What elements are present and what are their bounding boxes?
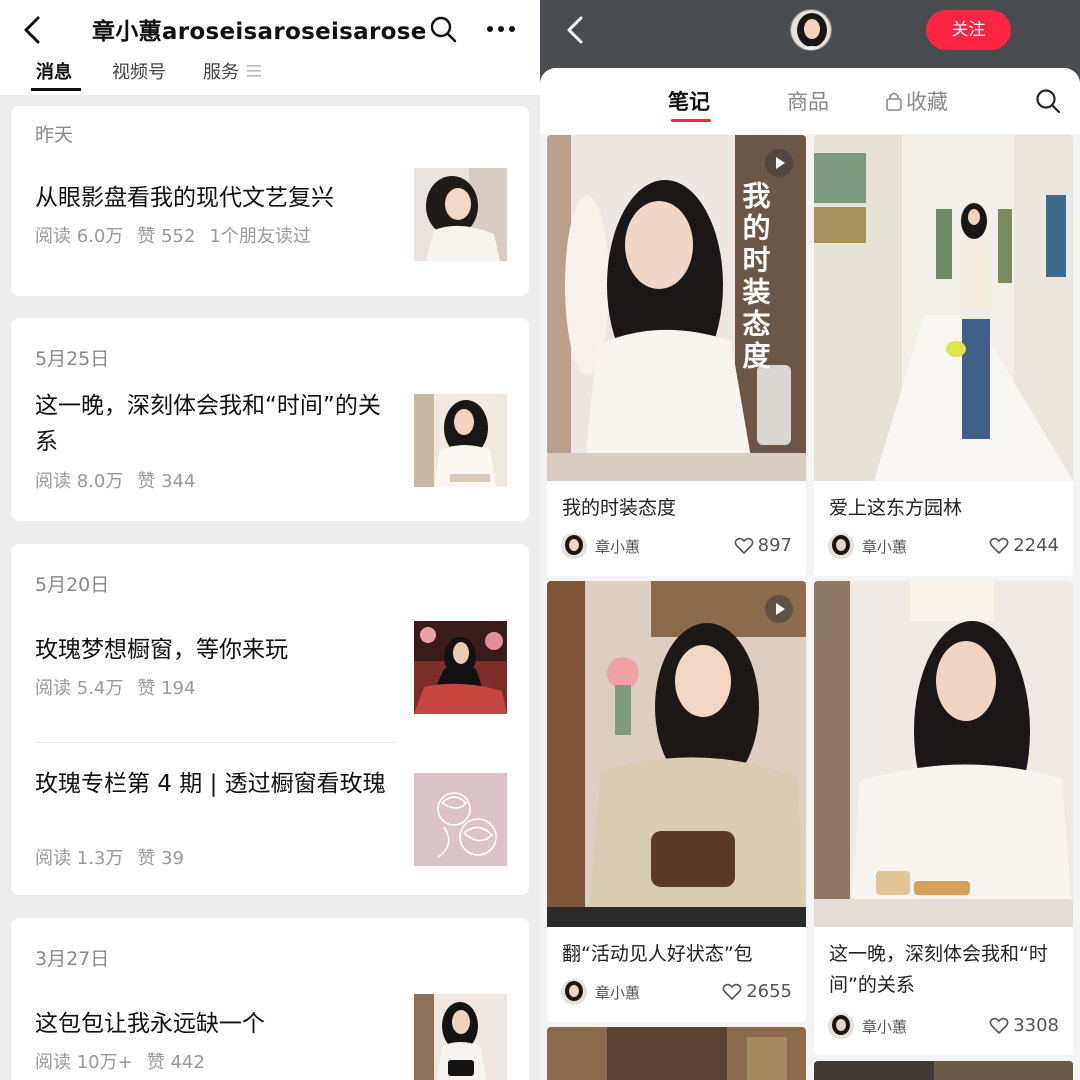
like-count: 3308 bbox=[1013, 1015, 1059, 1036]
article-title[interactable]: 这包包让我永远缺一个 bbox=[35, 1006, 390, 1042]
group-date: 昨天 bbox=[35, 124, 74, 146]
article-title[interactable]: 玫瑰专栏第 4 期 | 透过橱窗看玫瑰 bbox=[35, 766, 390, 802]
tab-products[interactable]: 商品 bbox=[787, 86, 829, 116]
note-title: 这一晚，深刻体会我和“时间”的关系 bbox=[829, 943, 1048, 996]
read-count: 阅读 10万+ bbox=[35, 1052, 133, 1073]
read-count: 阅读 8.0万 bbox=[35, 471, 124, 492]
like-counter[interactable]: 2655 bbox=[722, 981, 792, 1002]
like-count: 897 bbox=[757, 535, 792, 556]
author-name: 章小蕙 bbox=[862, 1018, 908, 1036]
author-avatar bbox=[828, 533, 854, 559]
article-title[interactable]: 玫瑰梦想橱窗，等你来玩 bbox=[35, 632, 390, 668]
date-group-card: 昨天 从眼影盘看我的现代文艺复兴 阅读 6.0万赞 552 1个朋友读过 bbox=[11, 106, 529, 296]
group-date: 5月25日 bbox=[35, 348, 110, 370]
xiaohongshu-profile-panel: 关注 笔记 商品 收藏 我的时装态度 我的时装态度 章小蕙 897 爱上这东方园… bbox=[540, 0, 1080, 1080]
note-card[interactable] bbox=[547, 1027, 806, 1080]
article-meta: 阅读 5.4万赞 194 bbox=[35, 674, 209, 700]
friends-read: 1个朋友读过 bbox=[209, 226, 311, 247]
tab-notes[interactable]: 笔记 bbox=[668, 86, 710, 116]
note-title: 翻“活动见人好状态”包 bbox=[562, 943, 753, 965]
tab-services[interactable]: 服务 bbox=[203, 58, 239, 84]
group-date: 3月27日 bbox=[35, 948, 110, 970]
menu-icon bbox=[247, 65, 261, 77]
article-thumbnail[interactable] bbox=[414, 621, 507, 714]
read-count: 阅读 1.3万 bbox=[35, 848, 124, 869]
article-thumbnail[interactable] bbox=[414, 168, 507, 261]
author-name: 章小蕙 bbox=[862, 538, 908, 556]
author-avatar bbox=[561, 533, 587, 559]
group-date: 5月20日 bbox=[35, 574, 110, 596]
like-counter[interactable]: 897 bbox=[734, 535, 792, 556]
tab-channels[interactable]: 视频号 bbox=[112, 58, 166, 84]
active-tab-indicator bbox=[31, 88, 81, 91]
note-cover-image bbox=[814, 1061, 1073, 1080]
author-avatar bbox=[828, 1013, 854, 1039]
article-divider bbox=[35, 742, 395, 743]
note-card[interactable]: 这一晚，深刻体会我和“时间”的关系 章小蕙 3308 bbox=[814, 581, 1073, 1055]
note-cover-image: 我的时装态度 bbox=[547, 135, 806, 481]
note-card[interactable] bbox=[814, 1061, 1073, 1080]
read-count: 阅读 6.0万 bbox=[35, 226, 124, 247]
article-title[interactable]: 这一晚，深刻体会我和“时间”的关系 bbox=[35, 388, 390, 460]
like-count: 2655 bbox=[746, 981, 792, 1002]
read-count: 阅读 5.4万 bbox=[35, 678, 124, 699]
heart-icon bbox=[734, 537, 754, 554]
note-cover-image bbox=[547, 1027, 806, 1080]
author-name: 章小蕙 bbox=[595, 538, 641, 556]
more-options-icon[interactable] bbox=[484, 16, 518, 42]
note-card[interactable]: 翻“活动见人好状态”包 章小蕙 2655 bbox=[547, 581, 806, 1022]
article-meta: 阅读 6.0万赞 552 1个朋友读过 bbox=[35, 222, 325, 248]
note-card[interactable]: 我的时装态度 我的时装态度 章小蕙 897 bbox=[547, 135, 806, 576]
tab-messages[interactable]: 消息 bbox=[36, 58, 72, 84]
search-icon[interactable] bbox=[1034, 87, 1062, 115]
note-cover-image bbox=[814, 135, 1073, 481]
article-meta: 阅读 10万+ 赞 442 bbox=[35, 1048, 219, 1074]
wechat-account-panel: 章小蕙aroseisaroseisarose 消息 视频号 服务 昨天 从眼影盘… bbox=[0, 0, 540, 1080]
like-count: 赞 344 bbox=[137, 471, 196, 492]
account-header: 章小蕙aroseisaroseisarose 消息 视频号 服务 bbox=[0, 0, 540, 95]
search-icon[interactable] bbox=[428, 14, 458, 44]
like-counter[interactable]: 2244 bbox=[989, 535, 1059, 556]
heart-icon bbox=[722, 983, 742, 1000]
like-count: 2244 bbox=[1013, 535, 1059, 556]
article-meta: 阅读 8.0万赞 344 bbox=[35, 467, 209, 493]
note-title: 爱上这东方园林 bbox=[829, 497, 963, 519]
tab-favorites[interactable]: 收藏 bbox=[906, 86, 948, 116]
note-cover-image bbox=[547, 581, 806, 927]
cover-overlay-text: 我的时装态度 bbox=[739, 181, 772, 373]
author-name: 章小蕙 bbox=[595, 984, 641, 1002]
article-title[interactable]: 从眼影盘看我的现代文艺复兴 bbox=[35, 180, 390, 216]
like-count: 赞 39 bbox=[137, 848, 184, 869]
play-icon bbox=[765, 149, 793, 177]
date-group-card: 3月27日 这包包让我永远缺一个 阅读 10万+ 赞 442 bbox=[11, 918, 529, 1080]
author-avatar bbox=[561, 979, 587, 1005]
avatar[interactable] bbox=[790, 9, 832, 51]
lock-icon bbox=[886, 92, 902, 111]
article-thumbnail[interactable] bbox=[414, 394, 507, 487]
active-tab-indicator bbox=[671, 119, 711, 122]
like-count: 赞 552 bbox=[137, 226, 196, 247]
account-title: 章小蕙aroseisaroseisarose bbox=[92, 19, 427, 45]
like-counter[interactable]: 3308 bbox=[989, 1015, 1059, 1036]
note-card[interactable]: 爱上这东方园林 章小蕙 2244 bbox=[814, 135, 1073, 576]
back-arrow-icon[interactable] bbox=[562, 12, 590, 48]
date-group-card: 5月25日 这一晚，深刻体会我和“时间”的关系 阅读 8.0万赞 344 bbox=[11, 318, 529, 521]
heart-icon bbox=[989, 1017, 1009, 1034]
like-count: 赞 442 bbox=[146, 1052, 205, 1073]
play-icon bbox=[765, 595, 793, 623]
back-arrow-icon[interactable] bbox=[18, 12, 48, 48]
article-meta: 阅读 1.3万赞 39 bbox=[35, 844, 198, 870]
article-thumbnail[interactable] bbox=[414, 773, 507, 866]
heart-icon bbox=[989, 537, 1009, 554]
like-count: 赞 194 bbox=[137, 678, 196, 699]
note-cover-image bbox=[814, 581, 1073, 927]
follow-button[interactable]: 关注 bbox=[926, 10, 1011, 50]
note-title: 我的时装态度 bbox=[562, 497, 677, 519]
date-group-card: 5月20日 玫瑰梦想橱窗，等你来玩 阅读 5.4万赞 194 玫瑰专栏第 4 期… bbox=[11, 544, 529, 895]
svg-text:我的时装态度: 我的时装态度 bbox=[739, 181, 772, 373]
article-thumbnail[interactable] bbox=[414, 994, 507, 1080]
